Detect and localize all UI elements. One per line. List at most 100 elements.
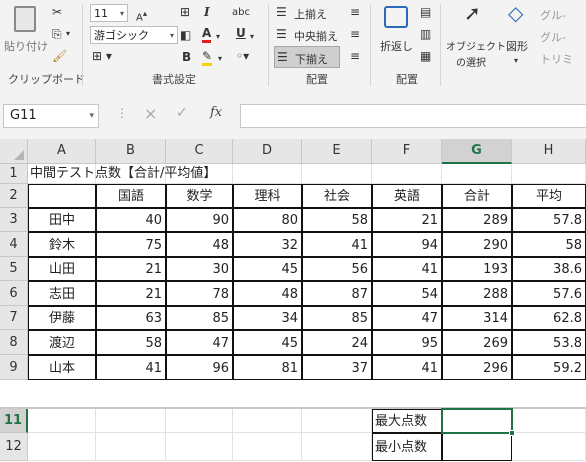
score-cell[interactable]: 48 [233, 281, 302, 306]
score-cell[interactable]: 37 [302, 355, 372, 380]
column-header-h[interactable]: H [512, 139, 586, 164]
border-grid-icon[interactable]: ⊞ [180, 5, 190, 19]
table-corner-cell[interactable] [28, 184, 96, 208]
cell[interactable] [96, 409, 166, 433]
borders-icon[interactable]: ⊞ ▾ [92, 49, 112, 63]
table-header[interactable]: 英語 [372, 184, 442, 208]
chevron-down-icon[interactable]: ▾ [218, 52, 222, 66]
column-header-d[interactable]: D [233, 139, 302, 164]
font-settings-icon[interactable]: ◦▾ [236, 49, 249, 63]
group-button-2[interactable]: グル- [540, 26, 586, 44]
score-cell[interactable]: 48 [166, 232, 233, 257]
score-cell[interactable]: 95 [372, 330, 442, 355]
score-cell[interactable]: 30 [166, 257, 233, 281]
name-box[interactable]: G11 ▾ [3, 104, 99, 128]
cell[interactable] [302, 164, 372, 184]
row-header-1[interactable]: 1 [0, 164, 28, 184]
cell[interactable] [512, 409, 586, 433]
sheet-title[interactable]: 中間テスト点数【合計/平均値】 [28, 164, 302, 184]
student-name[interactable]: 伊藤 [28, 306, 96, 330]
total-cell[interactable]: 314 [442, 306, 512, 330]
column-header-a[interactable]: A [28, 139, 96, 164]
table-header[interactable]: 平均 [512, 184, 586, 208]
score-cell[interactable]: 45 [233, 330, 302, 355]
trim-button[interactable]: トリミ [540, 48, 586, 66]
cell[interactable] [166, 409, 233, 433]
group-button-1[interactable]: グル- [540, 4, 586, 22]
row-header-3[interactable]: 3 [0, 208, 28, 232]
score-cell[interactable]: 41 [372, 355, 442, 380]
cell[interactable] [233, 409, 302, 433]
total-cell[interactable]: 269 [442, 330, 512, 355]
student-name[interactable]: 田中 [28, 208, 96, 232]
cell[interactable] [302, 409, 372, 433]
more-options-icon[interactable]: ⋮ [116, 106, 128, 120]
score-cell[interactable]: 81 [233, 355, 302, 380]
paste-button[interactable]: 貼り付け [4, 4, 48, 56]
cell[interactable] [28, 433, 96, 461]
student-name[interactable]: 志田 [28, 281, 96, 306]
wrap-text-button[interactable]: 折返し [376, 4, 416, 56]
align-center-icon[interactable]: ≡ [350, 27, 360, 41]
table-header[interactable]: 数学 [166, 184, 233, 208]
row-header-6[interactable]: 6 [0, 281, 28, 306]
insert-function-icon[interactable]: fx [210, 105, 222, 120]
score-cell[interactable]: 21 [96, 257, 166, 281]
score-cell[interactable]: 85 [166, 306, 233, 330]
score-cell[interactable]: 41 [96, 355, 166, 380]
score-cell[interactable]: 58 [96, 330, 166, 355]
enter-icon[interactable]: ✓ [176, 105, 188, 121]
score-cell[interactable]: 96 [166, 355, 233, 380]
copy-dropdown-icon[interactable]: ▾ [66, 27, 70, 41]
student-name[interactable]: 鈴木 [28, 232, 96, 257]
align-left-icon[interactable]: ≡ [350, 5, 360, 19]
score-cell[interactable]: 54 [372, 281, 442, 306]
row-header-2[interactable]: 2 [0, 184, 28, 208]
row-header-5[interactable]: 5 [0, 257, 28, 281]
score-cell[interactable]: 34 [233, 306, 302, 330]
score-cell[interactable]: 47 [372, 306, 442, 330]
score-cell[interactable]: 63 [96, 306, 166, 330]
total-cell[interactable]: 296 [442, 355, 512, 380]
average-cell[interactable]: 58 [512, 232, 586, 257]
italic-button[interactable]: I [204, 5, 210, 19]
total-cell[interactable]: 289 [442, 208, 512, 232]
chevron-down-icon[interactable]: ▾ [250, 30, 254, 44]
row-header-11[interactable]: 11 [0, 409, 28, 433]
score-cell[interactable]: 24 [302, 330, 372, 355]
total-cell[interactable]: 193 [442, 257, 512, 281]
average-cell[interactable]: 62.8 [512, 306, 586, 330]
font-color-button[interactable]: A [202, 26, 212, 43]
table-header[interactable]: 合計 [442, 184, 512, 208]
align-right-icon[interactable]: ≡ [350, 49, 360, 63]
score-cell[interactable]: 41 [372, 257, 442, 281]
column-header-g[interactable]: G [442, 139, 512, 164]
average-cell[interactable]: 59.2 [512, 355, 586, 380]
align-top-button[interactable]: ☰ 上揃え [276, 4, 340, 22]
student-name[interactable]: 山田 [28, 257, 96, 281]
average-cell[interactable]: 57.6 [512, 281, 586, 306]
score-cell[interactable]: 80 [233, 208, 302, 232]
font-size-select[interactable]: 11 ▾ [90, 4, 128, 22]
column-header-f[interactable]: F [372, 139, 442, 164]
formula-input[interactable] [240, 104, 586, 128]
font-name-select[interactable]: 游ゴシック ▾ [90, 26, 178, 44]
average-cell[interactable]: 38.6 [512, 257, 586, 281]
score-cell[interactable]: 94 [372, 232, 442, 257]
score-cell[interactable]: 45 [233, 257, 302, 281]
student-name[interactable]: 渡辺 [28, 330, 96, 355]
row-header-9[interactable]: 9 [0, 355, 28, 380]
score-cell[interactable]: 75 [96, 232, 166, 257]
score-cell[interactable]: 32 [233, 232, 302, 257]
total-cell[interactable]: 288 [442, 281, 512, 306]
column-header-b[interactable]: B [96, 139, 166, 164]
table-header[interactable]: 理科 [233, 184, 302, 208]
cell[interactable] [233, 433, 302, 461]
strikethrough-button[interactable]: abc [232, 6, 250, 20]
student-name[interactable]: 山本 [28, 355, 96, 380]
cell[interactable] [96, 433, 166, 461]
score-cell[interactable]: 40 [96, 208, 166, 232]
min-score-cell[interactable] [442, 433, 512, 461]
align-bottom-button[interactable]: ☰ 下揃え [274, 46, 340, 68]
highlight-icon[interactable]: ✎ [202, 49, 213, 66]
